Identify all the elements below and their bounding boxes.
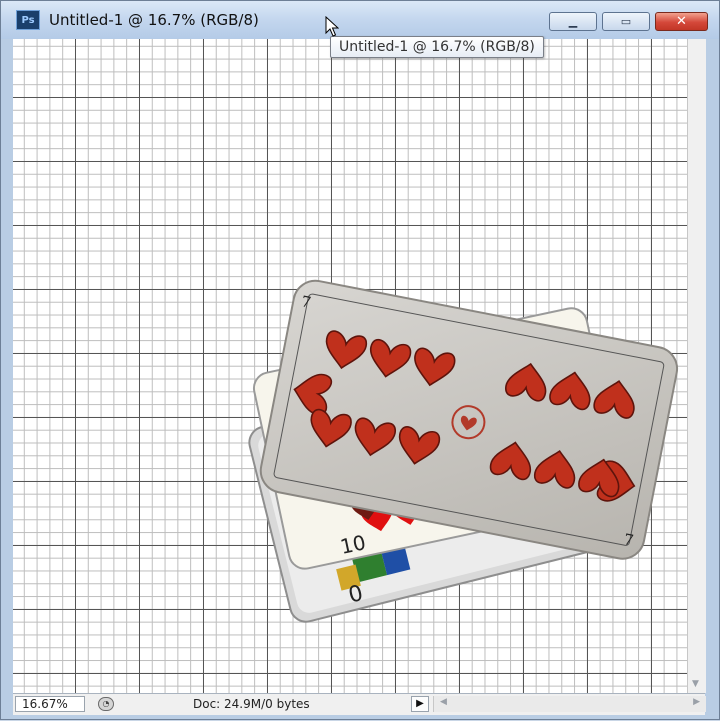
status-menu-button[interactable]: ▶ [411,696,429,712]
zoom-field[interactable]: 16.67% [15,696,85,712]
vertical-scrollbar[interactable]: ▼ [687,39,706,693]
photoshop-icon: Ps [16,10,40,30]
scroll-left-icon[interactable]: ◀ [440,697,447,707]
maximize-icon: ▭ [620,15,632,28]
close-icon: ✕ [676,14,687,29]
minimize-button[interactable]: ▁ [549,12,597,31]
document-canvas[interactable] [13,39,687,693]
close-button[interactable]: ✕ [655,12,708,31]
document-window: Ps Untitled-1 @ 16.7% (RGB/8) ▁ ▭ ✕ Unti… [0,0,720,720]
title-bar[interactable]: Ps Untitled-1 @ 16.7% (RGB/8) ▁ ▭ ✕ [1,1,719,39]
maximize-button[interactable]: ▭ [602,12,650,31]
scroll-down-icon[interactable]: ▼ [692,679,699,689]
document-size-info: Doc: 24.9M/0 bytes [193,697,310,711]
status-info-icon[interactable]: ◔ [98,697,114,711]
scroll-right-icon[interactable]: ▶ [693,697,700,707]
minimize-icon: ▁ [568,15,578,28]
title-tooltip: Untitled-1 @ 16.7% (RGB/8) [330,36,544,58]
mouse-cursor-icon [325,16,339,37]
horizontal-scrollbar[interactable]: ◀ ▶ [433,696,706,712]
status-bar: 16.67% ◔ Doc: 24.9M/0 bytes ▶ ◀ ▶ [13,693,706,715]
window-title: Untitled-1 @ 16.7% (RGB/8) [49,11,259,29]
